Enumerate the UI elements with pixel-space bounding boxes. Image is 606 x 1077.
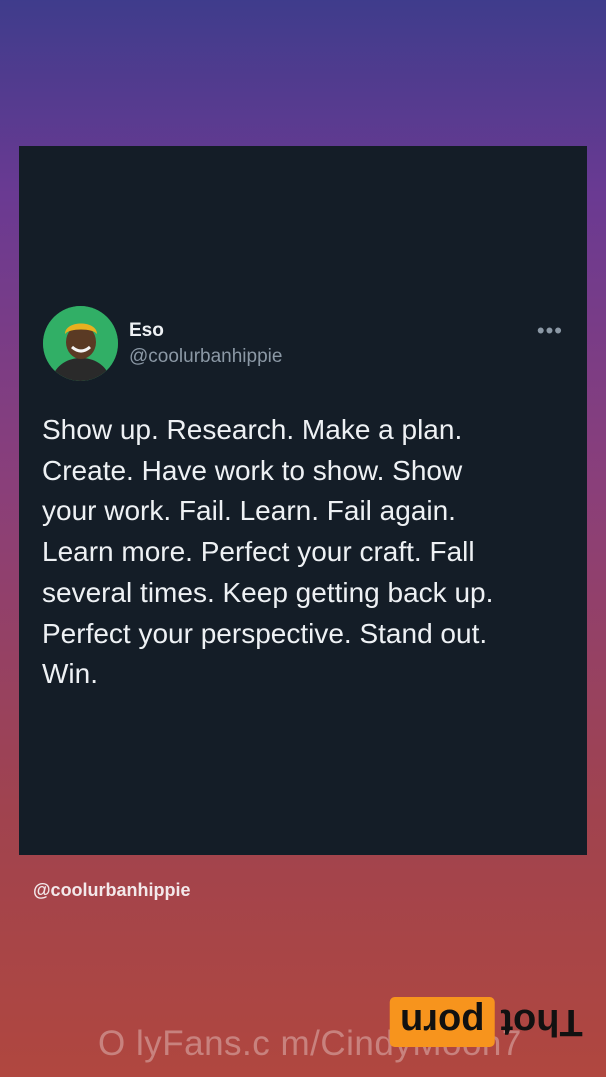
tweet-text: Show up. Research. Make a plan. Create. … — [42, 414, 494, 690]
tweet-author: Eso @coolurbanhippie — [129, 319, 282, 370]
user-handle[interactable]: @coolurbanhippie — [129, 344, 282, 370]
site-logo: Thot porn — [390, 996, 589, 1048]
more-icon[interactable]: ••• — [537, 320, 563, 342]
avatar[interactable] — [43, 306, 118, 381]
avatar-image — [43, 306, 118, 381]
logo-part1: Thot — [500, 1001, 583, 1043]
tweet-card: Eso @coolurbanhippie ••• Show up. Resear… — [19, 146, 587, 855]
logo-part2: porn — [390, 997, 495, 1047]
caption-handle: @coolurbanhippie — [33, 880, 191, 900]
display-name[interactable]: Eso — [129, 319, 282, 343]
